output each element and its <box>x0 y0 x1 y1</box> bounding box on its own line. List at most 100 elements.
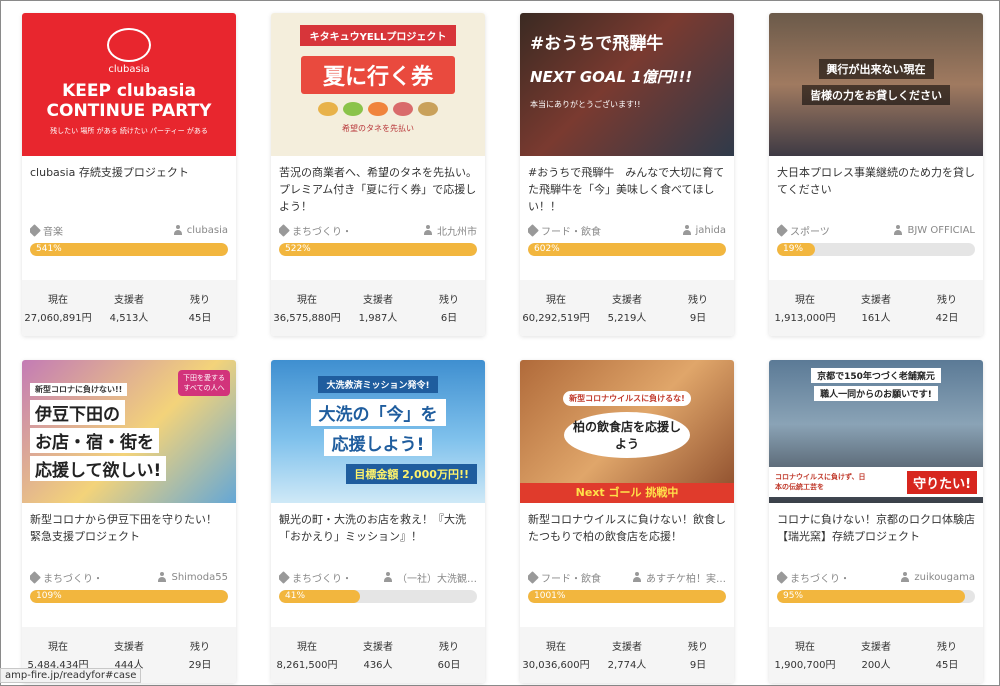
owner-name: （一社）大洗観… <box>397 573 477 585</box>
project-title[interactable]: clubasia 存続支援プロジェクト <box>30 164 228 216</box>
project-card[interactable]: 京都で150年つづく老舗窯元 職人一同からのお願いです! コロナウイルスに負けず… <box>769 360 983 683</box>
owner[interactable]: あすチケ柏！実… <box>632 570 726 585</box>
days-left-label: 残り <box>688 642 708 653</box>
thumb-kicker: 新型コロナウイルスに負けるな! <box>563 391 691 406</box>
thumb-banner: コロナウイルスに負けず、日本の伝統工芸を 守りたい! <box>769 467 983 497</box>
project-title[interactable]: 苦況の商業者へ、希望のタネを先払い。プレミアム付き「夏に行く券」で応援しよう！ <box>279 164 477 216</box>
project-card[interactable]: 興行が出来ない現在 皆様の力をお貸しください 大日本プロレス事業継続のため力を貸… <box>769 13 983 336</box>
user-icon <box>682 225 692 235</box>
user-icon <box>893 225 903 235</box>
thumb-logo-text: clubasia <box>108 63 150 75</box>
category[interactable]: スポーツ <box>777 223 830 238</box>
category[interactable]: フード・飲食 <box>528 223 601 238</box>
project-title[interactable]: 新型コロナから伊豆下田を守りたい！ 緊急支援プロジェクト <box>30 511 228 563</box>
project-title[interactable]: 大日本プロレス事業継続のため力を貸してください <box>777 164 975 216</box>
thumb-headline: 大洗の「今」を <box>310 398 446 426</box>
category-label: まちづくり・ <box>790 573 850 585</box>
owner-name: あすチケ柏！実… <box>646 573 726 585</box>
owner[interactable]: jahida <box>682 224 727 236</box>
project-card[interactable]: #おうちで飛騨牛 NEXT GOAL 1億円!!! 本当にありがとうございます!… <box>520 13 734 336</box>
owner-name: jahida <box>695 224 727 236</box>
owner[interactable]: 北九州市 <box>423 223 477 238</box>
current-amount: 60,292,519円 <box>522 313 590 324</box>
project-card[interactable]: clubasia KEEP clubasia CONTINUE PARTY 残し… <box>22 13 236 336</box>
project-meta: スポーツ BJW OFFICIAL <box>777 223 975 238</box>
tag-icon <box>777 223 788 237</box>
project-card[interactable]: 大洗救済ミッション発令! 大洗の「今」を 応援しよう! 目標金額 2,000万円… <box>271 360 485 683</box>
category[interactable]: まちづくり・ <box>777 570 850 585</box>
backers-label: 支援者 <box>612 295 642 306</box>
backers-count: 200人 <box>861 660 891 671</box>
project-thumbnail[interactable]: clubasia KEEP clubasia CONTINUE PARTY 残し… <box>22 13 236 156</box>
backers-label: 支援者 <box>114 642 144 653</box>
backers-label: 支援者 <box>114 295 144 306</box>
category[interactable]: フード・飲食 <box>528 570 601 585</box>
project-thumbnail[interactable]: 興行が出来ない現在 皆様の力をお貸しください <box>769 13 983 156</box>
project-thumbnail[interactable]: 京都で150年つづく老舗窯元 職人一同からのお願いです! コロナウイルスに負けず… <box>769 360 983 503</box>
thumb-caption: 京都で150年つづく老舗窯元 <box>811 368 941 383</box>
project-thumbnail[interactable]: キタキュウYELLプロジェクト 夏に行く券 希望のタネを先払い <box>271 13 485 156</box>
owner-name: BJW OFFICIAL <box>907 224 975 236</box>
owner[interactable]: （一社）大洗観… <box>383 570 477 585</box>
progress-percent: 109% <box>36 591 62 601</box>
progress-percent: 1001% <box>534 591 566 601</box>
days-left: 42日 <box>935 313 959 324</box>
progress-percent: 41% <box>285 591 306 601</box>
project-thumbnail[interactable]: #おうちで飛騨牛 NEXT GOAL 1億円!!! 本当にありがとうございます!… <box>520 13 734 156</box>
thumb-caption: 興行が出来ない現在 <box>818 58 934 79</box>
project-meta: 音楽 clubasia <box>30 223 228 238</box>
backers-count: 436人 <box>363 660 393 671</box>
thumb-goal: NEXT GOAL 1億円!!! <box>530 68 693 86</box>
project-meta: まちづくり・ Shimoda55 <box>30 570 228 585</box>
category[interactable]: 音楽 <box>30 223 63 238</box>
thumb-headline: 伊豆下田の <box>30 399 125 425</box>
tag-icon <box>528 223 539 237</box>
backers-label: 支援者 <box>363 295 393 306</box>
owner[interactable]: clubasia <box>173 225 228 236</box>
days-left-label: 残り <box>937 642 957 653</box>
project-thumbnail[interactable]: 新型コロナウイルスに負けるな! 柏の飲食店を応援しよう Next ゴール 挑戦中 <box>520 360 734 503</box>
owner[interactable]: Shimoda55 <box>157 572 228 583</box>
project-title[interactable]: 新型コロナウイルスに負けない！飲食したつもりで柏の飲食店を応援！ <box>528 511 726 563</box>
thumb-headline: 柏の飲食店を応援しよう <box>564 412 690 458</box>
user-icon <box>900 572 910 582</box>
progress-bar: 602% <box>528 243 726 256</box>
project-card[interactable]: 新型コロナに負けない!! 伊豆下田の お店・宿・街を 応援して欲しい! 下田を愛… <box>22 360 236 683</box>
progress-percent: 95% <box>783 591 804 601</box>
backers-label: 支援者 <box>612 642 642 653</box>
current-label: 現在 <box>795 295 815 306</box>
project-card[interactable]: 新型コロナウイルスに負けるな! 柏の飲食店を応援しよう Next ゴール 挑戦中… <box>520 360 734 683</box>
project-title[interactable]: コロナに負けない！京都のロクロ体験店【瑞光窯】存続プロジェクト <box>777 511 975 563</box>
project-stats: 現在 30,036,600円 支援者 2,774人 残り 9日 <box>520 627 734 683</box>
thumb-food-row <box>318 102 438 116</box>
thumb-headline: KEEP clubasia <box>62 80 196 101</box>
owner[interactable]: BJW OFFICIAL <box>893 225 975 236</box>
thumb-banner: キタキュウYELLプロジェクト <box>299 25 457 46</box>
user-icon <box>632 572 642 582</box>
category[interactable]: まちづくり・ <box>279 223 352 238</box>
category[interactable]: まちづくり・ <box>30 570 103 585</box>
backers-count: 5,219人 <box>607 313 647 324</box>
project-title[interactable]: #おうちで飛騨牛 みんなで大切に育てた飛騨牛を「今」美味しく食べてほしい！！ <box>528 164 726 216</box>
owner-name: 北九州市 <box>437 226 477 238</box>
category-label: フード・飲食 <box>541 573 601 585</box>
backers-count: 4,513人 <box>109 313 149 324</box>
project-thumbnail[interactable]: 大洗救済ミッション発令! 大洗の「今」を 応援しよう! 目標金額 2,000万円… <box>271 360 485 503</box>
days-left: 9日 <box>689 313 707 324</box>
tag-icon <box>279 223 290 237</box>
progress-bar: 109% <box>30 590 228 603</box>
tag-icon <box>528 570 539 584</box>
category[interactable]: まちづくり・ <box>279 570 352 585</box>
project-thumbnail[interactable]: 新型コロナに負けない!! 伊豆下田の お店・宿・街を 応援して欲しい! 下田を愛… <box>22 360 236 503</box>
project-card[interactable]: キタキュウYELLプロジェクト 夏に行く券 希望のタネを先払い 苦況の商業者へ、… <box>271 13 485 336</box>
project-stats: 現在 8,261,500円 支援者 436人 残り 60日 <box>271 627 485 683</box>
owner[interactable]: zuikougama <box>900 572 975 583</box>
thumb-goal-strip: Next ゴール 挑戦中 <box>520 483 734 503</box>
days-left: 45日 <box>188 313 212 324</box>
thumb-tagline: 希望のタネを先払い <box>342 124 414 133</box>
thumb-headline-3: 応援して欲しい! <box>30 455 167 481</box>
current-label: 現在 <box>546 295 566 306</box>
backers-label: 支援者 <box>861 642 891 653</box>
project-title[interactable]: 観光の町・大洗のお店を救え！『大洗「おかえり」ミッション』！ <box>279 511 477 563</box>
progress-fill <box>777 590 966 603</box>
